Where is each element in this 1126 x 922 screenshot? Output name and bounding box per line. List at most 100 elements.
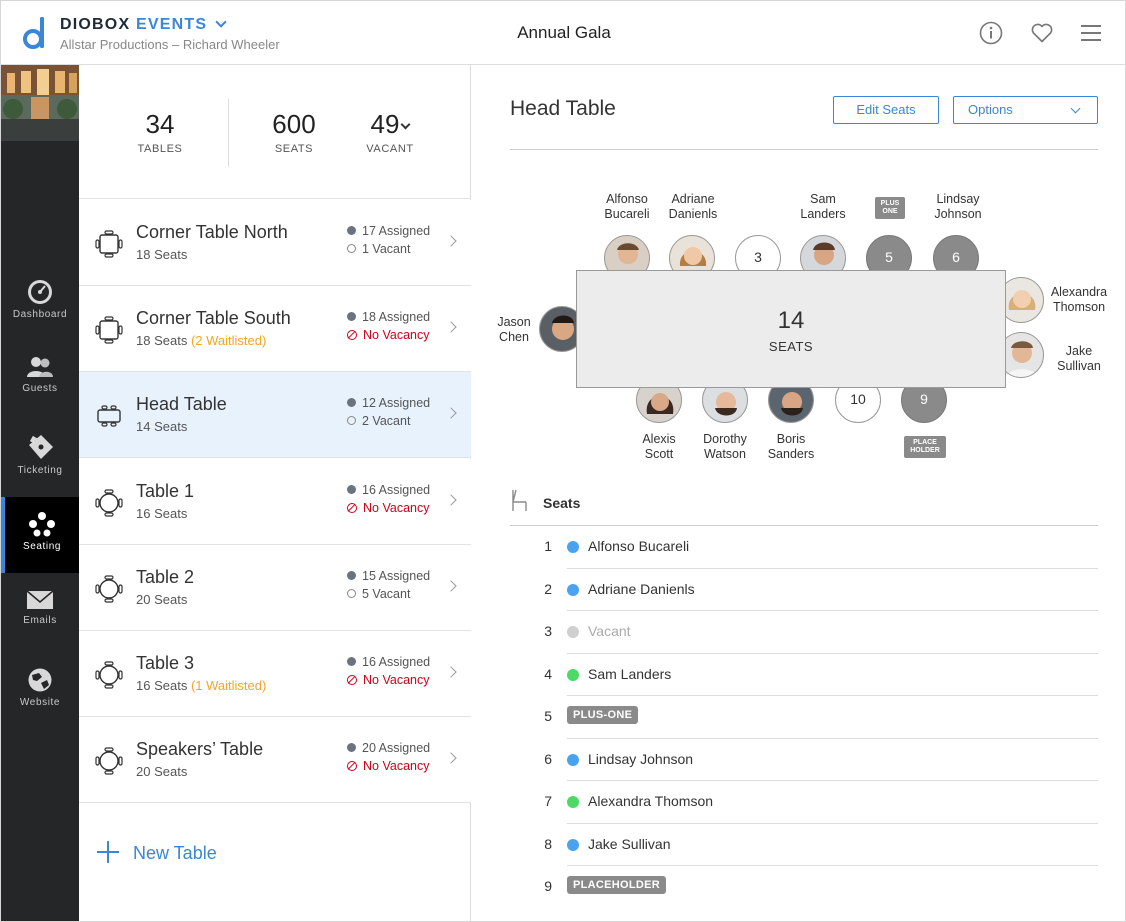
seat-row[interactable]: 7 Alexandra Thomson (510, 781, 1098, 824)
table-row[interactable]: Corner Table North 18 Seats 17 Assigned … (79, 200, 471, 286)
stat-value: 49 (370, 109, 400, 139)
venue-photo (1, 65, 79, 141)
nav-dashboard[interactable]: Dashboard (1, 265, 79, 341)
table-row[interactable]: Speakers’ Table 20 Seats 20 Assigned No … (79, 717, 471, 803)
status-dot-icon (567, 838, 579, 851)
nav-website[interactable]: Website (1, 653, 79, 729)
seat-row[interactable]: 2 Adriane Danienls (510, 569, 1098, 611)
assigned-count: 20 Assigned (347, 741, 430, 755)
table-row-selected[interactable]: Head Table 14 Seats 12 Assigned 2 Vacant (79, 372, 471, 458)
placeholder-badge: PLACEHOLDER (567, 876, 667, 894)
stat-label: TABLES (137, 143, 183, 155)
table-name: Speakers’ Table (136, 739, 264, 759)
new-table-button[interactable]: New Table (97, 841, 217, 864)
round-table-icon (95, 747, 123, 775)
nav-ticketing[interactable]: Ticketing (1, 419, 79, 495)
seat-row[interactable]: 6 Lindsay Johnson (510, 739, 1098, 781)
waitlist-text: (1 Waitlisted) (190, 678, 267, 693)
seat-guest-name: Adriane Danienls (588, 580, 695, 597)
options-dropdown[interactable]: Options (953, 96, 1098, 124)
left-navigation: Dashboard Guests Ticketing Seating Email… (1, 65, 79, 921)
table-row[interactable]: Table 2 20 Seats 15 Assigned 5 Vacant (79, 545, 471, 631)
nav-label: Emails (23, 615, 57, 626)
head-table-shape[interactable]: 14 SEATS (576, 270, 1006, 388)
table-seat-count: 18 Seats (136, 247, 187, 262)
seat-count: 20 Seats (136, 764, 188, 779)
status-dot-icon (567, 626, 579, 638)
table-row[interactable]: Corner Table South 18 Seats (2 Waitliste… (79, 286, 471, 372)
table-seat-count: 14 Seats (136, 419, 187, 434)
nav-label: Guests (22, 383, 58, 394)
seat-count: 14 Seats (136, 419, 188, 434)
chevron-right-icon (445, 494, 457, 506)
stat-vacant-dropdown[interactable]: 49 VACANT (355, 109, 425, 155)
guests-icon (27, 357, 53, 377)
vacancy-text: No Vacancy (363, 673, 430, 687)
seat-count: 16 Seats (136, 506, 188, 521)
chevron-right-icon (445, 580, 457, 592)
vacant-dot-icon (347, 416, 356, 425)
table-row[interactable]: Table 1 16 Seats 16 Assigned No Vacancy (79, 459, 471, 545)
tables-list-panel: 34 TABLES 600 SEATS 49 VACANT Corner Tab… (79, 65, 471, 921)
chevron-right-icon (445, 407, 457, 419)
seat-number: 2 (544, 580, 552, 597)
nav-label: Seating (22, 541, 62, 552)
placeholder-tag: PLACE HOLDER (904, 436, 946, 458)
table-name: Table 1 (136, 481, 195, 501)
stat-label: VACANT (366, 143, 414, 155)
table-seat-label: SEATS (768, 339, 814, 354)
status-dot-icon (567, 796, 579, 808)
chevron-right-icon (445, 752, 457, 764)
status-dot-icon (567, 583, 579, 596)
guest-name-label: Alexandra Thomson (1050, 285, 1108, 314)
vacancy-text: No Vacancy (363, 328, 430, 342)
nav-seating[interactable]: Seating (1, 497, 79, 573)
vacancy-status: 5 Vacant (347, 587, 410, 601)
nav-emails[interactable]: Emails (1, 575, 79, 651)
vacant-dot-icon (347, 244, 356, 253)
assigned-text: 16 Assigned (362, 483, 431, 497)
seat-row[interactable]: 3 Vacant (510, 611, 1098, 654)
heart-icon[interactable] (1030, 21, 1054, 45)
table-name: Corner Table South (136, 308, 291, 328)
info-icon[interactable] (979, 21, 1003, 45)
square-table-icon (95, 230, 123, 258)
edit-seats-button[interactable]: Edit Seats (833, 96, 939, 124)
seats-list-header: Seats (510, 489, 1098, 526)
new-table-label: New Table (133, 843, 217, 863)
seat-guest-name: Lindsay Johnson (588, 750, 694, 767)
seat-number: 3 (544, 623, 552, 639)
guest-name-label: Adriane Danienls (668, 192, 718, 221)
round-table-icon (95, 489, 123, 517)
seat-row[interactable]: 1 Alfonso Bucareli (510, 526, 1098, 569)
seat-guest-name: Jake Sullivan (588, 835, 671, 852)
seat-row[interactable]: 9 PLACEHOLDER (510, 866, 1098, 909)
chevron-right-icon (445, 235, 457, 247)
table-row[interactable]: Table 3 16 Seats (1 Waitlisted) 16 Assig… (79, 631, 471, 717)
top-header: DIOBOX EVENTS Allstar Productions – Rich… (1, 1, 1125, 65)
table-detail-panel: Head Table Edit Seats Options Alfonso Buc… (471, 65, 1125, 921)
assigned-count: 17 Assigned (347, 224, 430, 238)
seat-row[interactable]: 5 PLUS-ONE (510, 696, 1098, 739)
status-dot-icon (567, 753, 579, 766)
seat-row[interactable]: 8 Jake Sullivan (510, 824, 1098, 866)
seating-diagram: Alfonso Bucareli Adriane Danienls Sam Lande… (471, 185, 1125, 465)
seat-count: 16 Seats (136, 678, 188, 693)
seat-count: 18 Seats (136, 247, 188, 262)
vacancy-text: 2 Vacant (362, 414, 411, 428)
nav-guests[interactable]: Guests (1, 341, 79, 417)
table-name: Corner Table North (136, 222, 288, 242)
status-dot-icon (567, 541, 579, 553)
chevron-right-icon (445, 666, 457, 678)
vacancy-status: 1 Vacant (347, 242, 410, 256)
table-seat-count: 20 Seats (136, 764, 187, 779)
assigned-dot-icon (347, 312, 356, 321)
seat-row[interactable]: 4 Sam Landers (510, 654, 1098, 696)
envelope-icon (26, 590, 54, 609)
hamburger-menu-icon[interactable] (1079, 21, 1103, 45)
square-table-icon (95, 316, 123, 344)
no-vacancy-icon (347, 675, 357, 685)
assigned-text: 16 Assigned (362, 655, 431, 669)
stat-label: SEATS (274, 143, 314, 155)
round-table-icon (95, 575, 123, 603)
